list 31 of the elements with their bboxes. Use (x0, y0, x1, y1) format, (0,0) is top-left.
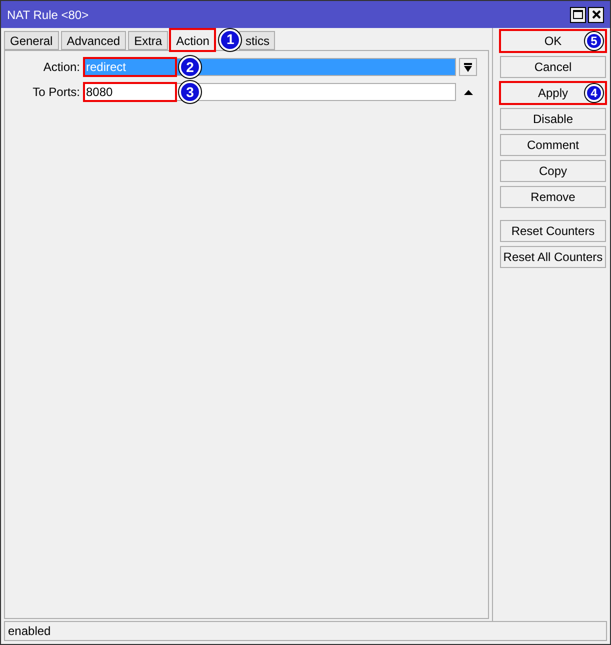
action-button[interactable]: Comment (500, 134, 606, 156)
input-field[interactable]: 8080 3 (84, 83, 456, 101)
dropdown-button[interactable] (459, 58, 477, 76)
action-button[interactable]: Apply 4 (500, 82, 606, 104)
callout-badge: 3 (179, 81, 201, 103)
action-button[interactable]: OK 5 (500, 30, 606, 52)
window-title: NAT Rule <80> (7, 6, 89, 24)
field-label: Action: (42, 59, 81, 76)
callout-badge: 1 (219, 28, 242, 50)
close-button[interactable] (588, 6, 604, 22)
action-button[interactable]: Reset All Counters (500, 246, 606, 268)
callout-badge: 5 (585, 32, 603, 50)
action-button[interactable]: Remove (500, 186, 606, 208)
field-label: To Ports: (32, 84, 81, 101)
action-button[interactable]: Disable (500, 108, 606, 130)
callout-badge: 2 (179, 56, 201, 78)
tab[interactable]: stics (239, 31, 276, 50)
action-button[interactable]: Cancel (500, 56, 606, 78)
maximize-button[interactable] (570, 6, 586, 22)
dropdown-arrow-icon (464, 62, 472, 72)
tab[interactable]: Extra (128, 31, 168, 50)
callout-badge: 4 (585, 84, 603, 102)
dropdown-field[interactable]: redirect 2 (84, 58, 456, 76)
action-button[interactable]: Reset Counters (500, 220, 606, 242)
up-triangle-icon (464, 90, 472, 94)
tab[interactable]: Advanced (60, 31, 126, 50)
status-text: enabled (8, 623, 51, 640)
tab[interactable]: Action (170, 29, 216, 51)
close-icon (592, 10, 600, 19)
action-button[interactable]: Copy (500, 160, 606, 182)
tab[interactable]: General (4, 31, 59, 50)
